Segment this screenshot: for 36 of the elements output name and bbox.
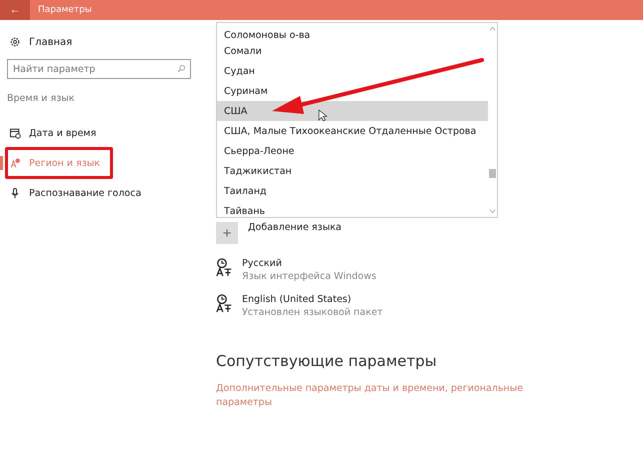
section-heading: Сопутствующие параметры [216, 352, 438, 370]
country-option[interactable]: США [217, 101, 488, 121]
language-name[interactable]: English (United States) [242, 294, 383, 305]
scroll-down-icon[interactable] [489, 209, 496, 214]
country-option[interactable]: США, Малые Тихоокеанские Отдаленные Острова [217, 121, 488, 141]
cursor-icon [318, 109, 327, 122]
back-button[interactable]: ← [0, 0, 30, 20]
window-title: Параметры [38, 5, 92, 15]
section-heading: Время и язык [7, 93, 76, 104]
country-option[interactable]: Сомали [217, 41, 488, 61]
language-status: Установлен языковой пакет [242, 307, 383, 318]
country-option[interactable]: Таиланд [217, 181, 488, 201]
search-icon [177, 64, 186, 73]
nav-item[interactable]: Дата и время [0, 118, 200, 148]
microphone-icon [9, 187, 21, 199]
add-language-button[interactable]: + [216, 222, 238, 244]
country-dropdown-list[interactable]: Соломоновы о-ва Сомали Судан Суринам США США, Малые Тихоокеанские Отдаленные Острова Сьерра-Леоне Таджикистан Таиланд Тайвань [216, 22, 498, 218]
scroll-up-icon[interactable] [489, 26, 496, 31]
language-icon [216, 294, 233, 313]
country-option[interactable]: Тайвань [217, 201, 488, 217]
country-option[interactable]: Соломоновы о-ва [217, 23, 488, 41]
home-link[interactable]: Главная [29, 36, 72, 48]
scroll-thumb[interactable] [489, 169, 496, 178]
language-name[interactable]: Русский [242, 258, 376, 269]
nav-item[interactable]: Распознавание голоса [0, 178, 200, 208]
search-field[interactable]: Найти параметр [7, 59, 191, 79]
country-option[interactable]: Сьерра-Леоне [217, 141, 488, 161]
language-status: Язык интерфейса Windows [242, 271, 376, 282]
region-icon [9, 157, 21, 169]
settings-icon [9, 36, 21, 48]
add-language-label: Добавление языка [248, 222, 342, 233]
calendar-icon [9, 127, 21, 139]
language-icon [216, 258, 233, 277]
country-option[interactable]: Судан [217, 61, 488, 81]
country-option[interactable]: Суринам [217, 81, 488, 101]
country-option[interactable]: Таджикистан [217, 161, 488, 181]
